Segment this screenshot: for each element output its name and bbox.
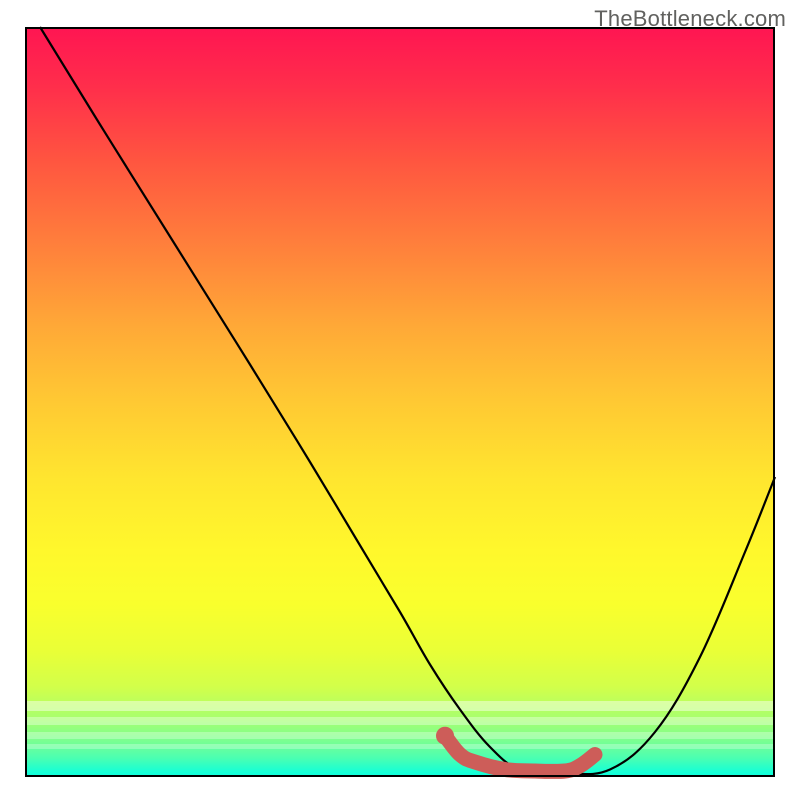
plot-area [25, 27, 775, 777]
series-highlight [445, 736, 595, 772]
highlight-start-dot [436, 727, 454, 745]
series-curve [40, 27, 775, 774]
chart-container: TheBottleneck.com [0, 0, 800, 800]
watermark-text: TheBottleneck.com [594, 6, 786, 32]
chart-svg [25, 27, 775, 777]
